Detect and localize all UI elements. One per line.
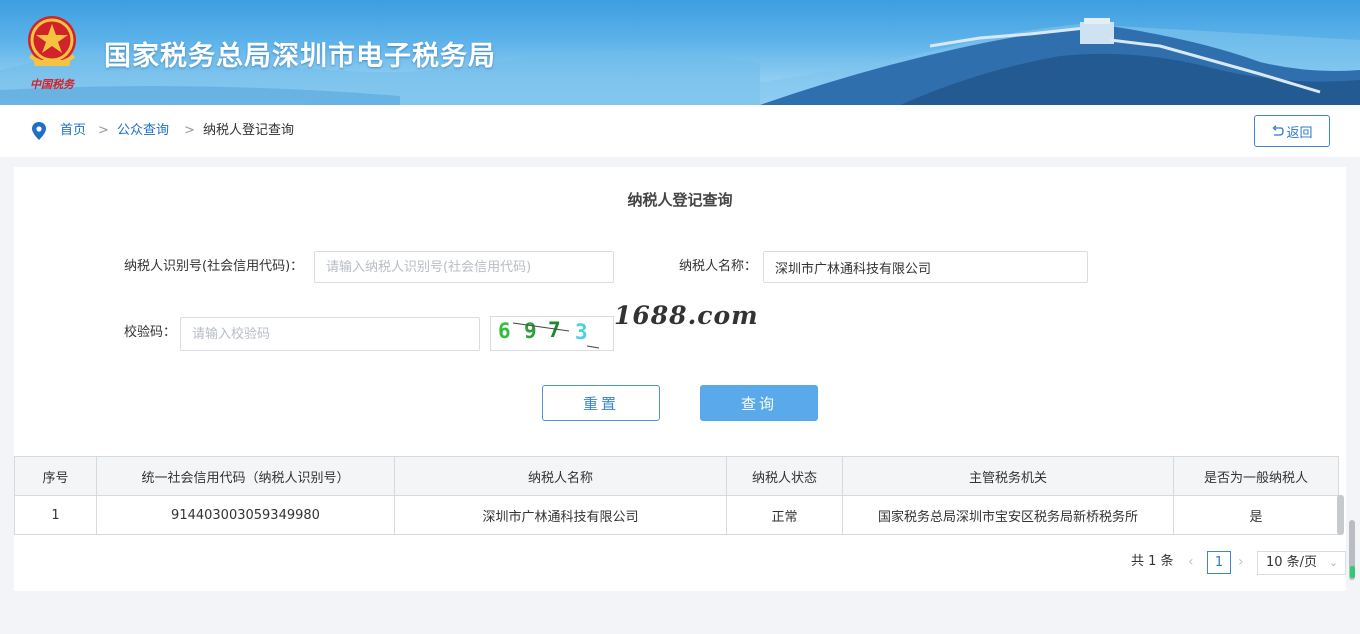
cell-general-taxpayer: 是 <box>1173 495 1339 535</box>
cell-credit-code: 914403003059349980 <box>96 495 395 535</box>
table-scrollbar[interactable] <box>1337 495 1344 535</box>
captcha-image[interactable]: 6 9 7 3 <box>490 316 614 351</box>
cell-taxpayer-name: 深圳市广林通科技有限公司 <box>394 495 727 535</box>
captcha-input[interactable] <box>180 317 480 351</box>
query-button[interactable]: 查询 <box>700 385 818 421</box>
result-table: 序号 统一社会信用代码（纳税人识别号） 纳税人名称 纳税人状态 主管税务机关 是… <box>14 456 1339 535</box>
next-page-icon[interactable]: › <box>1238 551 1244 573</box>
back-button[interactable]: 返回 <box>1254 115 1330 147</box>
taxpayer-id-input[interactable] <box>314 251 614 283</box>
table-header-row: 序号 统一社会信用代码（纳税人识别号） 纳税人名称 纳税人状态 主管税务机关 是… <box>14 456 1339 496</box>
column-header: 是否为一般纳税人 <box>1173 456 1339 496</box>
cell-status: 正常 <box>726 495 843 535</box>
taxpayer-id-label: 纳税人识别号(社会信用代码)： <box>124 259 304 274</box>
page-size-value: 10 条/页 <box>1266 555 1318 570</box>
query-panel: 纳税人登记查询 纳税人识别号(社会信用代码)： 纳税人名称： 校验码： 6 9 … <box>14 167 1346 591</box>
breadcrumb-current: 纳税人登记查询 <box>203 123 295 138</box>
site-title: 国家税务总局深圳市电子税务局 <box>104 41 496 72</box>
header-banner: 中国税务 国家税务总局深圳市电子税务局 <box>0 0 1360 105</box>
column-header: 纳税人状态 <box>726 456 843 496</box>
page-number-button[interactable]: 1 <box>1207 551 1231 574</box>
prev-page-icon[interactable]: ‹ <box>1188 551 1194 573</box>
location-pin-icon <box>32 122 46 140</box>
svg-text:中国税务: 中国税务 <box>30 78 76 91</box>
breadcrumb-separator: > <box>184 123 195 138</box>
captcha-noise <box>512 322 600 349</box>
page-title: 纳税人登记查询 <box>627 191 733 209</box>
back-button-label: 返回 <box>1286 125 1313 141</box>
chevron-down-icon: ⌄ <box>1328 556 1338 569</box>
table-row[interactable]: 1 914403003059349980 深圳市广林通科技有限公司 正常 国家税… <box>14 495 1339 535</box>
taxpayer-name-input[interactable] <box>763 251 1088 283</box>
cell-authority: 国家税务总局深圳市宝安区税务局新桥税务所 <box>842 495 1174 535</box>
page-scrollbar-indicator <box>1350 566 1355 578</box>
page-size-select[interactable]: 10 条/页 ⌄ <box>1257 551 1346 575</box>
breadcrumb-separator: > <box>98 123 109 138</box>
captcha-label: 校验码： <box>124 325 177 340</box>
return-icon <box>1273 124 1285 136</box>
taxpayer-name-label: 纳税人名称： <box>679 259 758 274</box>
column-header: 主管税务机关 <box>842 456 1174 496</box>
column-header: 序号 <box>14 456 97 496</box>
breadcrumb: 首页 > 公众查询 > 纳税人登记查询 返回 <box>0 105 1360 157</box>
pagination-total: 共 1 条 <box>1131 554 1174 569</box>
breadcrumb-home[interactable]: 首页 <box>60 122 86 140</box>
column-header: 统一社会信用代码（纳税人识别号） <box>96 456 395 496</box>
breadcrumb-public-query[interactable]: 公众查询 <box>117 122 169 140</box>
column-header: 纳税人名称 <box>394 456 727 496</box>
tax-emblem-icon: 中国税务 <box>28 16 76 91</box>
reset-button[interactable]: 重置 <box>542 385 660 421</box>
cell-index: 1 <box>14 495 97 535</box>
watermark-text: 1688.com <box>614 301 759 330</box>
